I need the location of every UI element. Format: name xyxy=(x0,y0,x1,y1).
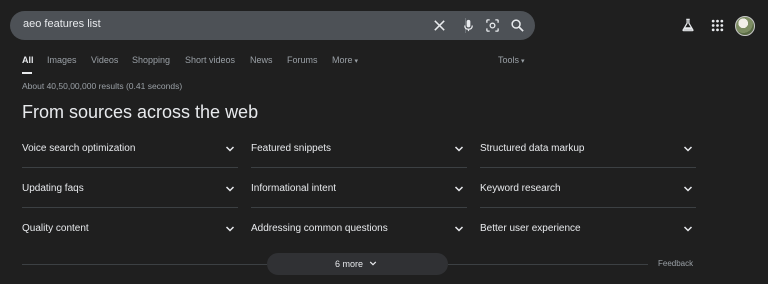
feature-label: Better user experience xyxy=(480,223,581,234)
chevron-down-icon xyxy=(454,186,464,192)
caret-down-icon: ▾ xyxy=(354,58,359,65)
lens-icon[interactable] xyxy=(485,18,500,33)
feature-label: Voice search optimization xyxy=(22,143,136,154)
results-stats: About 40,50,00,000 results (0.41 seconds… xyxy=(22,81,183,91)
apps-grid-icon[interactable] xyxy=(711,19,724,32)
feature-item[interactable]: Keyword research xyxy=(480,183,693,223)
tab-more-label: More xyxy=(332,55,353,65)
search-bar[interactable]: aeo features list xyxy=(10,11,535,40)
tab-images[interactable]: Images xyxy=(47,55,77,65)
feature-item[interactable]: Featured snippets xyxy=(251,143,464,183)
search-icon[interactable] xyxy=(510,18,525,33)
divider xyxy=(448,264,648,265)
feature-label: Updating faqs xyxy=(22,183,84,194)
chevron-down-icon xyxy=(683,186,693,192)
tab-active-indicator xyxy=(22,72,32,74)
labs-flask-icon[interactable] xyxy=(681,18,695,32)
tools-button[interactable]: Tools ▾ xyxy=(498,55,525,65)
feature-item[interactable]: Updating faqs xyxy=(22,183,235,223)
divider xyxy=(22,167,238,168)
tools-label: Tools xyxy=(498,55,520,65)
more-button-label: 6 more xyxy=(335,259,364,269)
feature-label: Featured snippets xyxy=(251,143,332,154)
chevron-down-icon xyxy=(225,146,235,152)
divider xyxy=(251,207,467,208)
chevron-down-icon xyxy=(369,261,377,266)
tab-news[interactable]: News xyxy=(250,55,273,65)
divider xyxy=(22,264,267,265)
feature-item[interactable]: Voice search optimization xyxy=(22,143,235,183)
chevron-down-icon xyxy=(225,186,235,192)
feedback-link[interactable]: Feedback xyxy=(658,259,693,268)
feature-item[interactable]: Structured data markup xyxy=(480,143,693,183)
caret-down-icon: ▾ xyxy=(521,58,525,65)
chevron-down-icon xyxy=(454,146,464,152)
chevron-down-icon xyxy=(683,226,693,232)
feature-label: Addressing common questions xyxy=(251,223,388,234)
tab-shopping[interactable]: Shopping xyxy=(132,55,170,65)
tab-all[interactable]: All xyxy=(22,55,34,65)
divider xyxy=(480,167,696,168)
divider xyxy=(480,207,696,208)
feature-label: Structured data markup xyxy=(480,143,585,154)
section-heading: From sources across the web xyxy=(22,102,259,122)
chevron-down-icon xyxy=(683,146,693,152)
chevron-down-icon xyxy=(225,226,235,232)
tab-forums[interactable]: Forums xyxy=(287,55,318,65)
mic-icon[interactable] xyxy=(461,18,476,33)
tab-short-videos[interactable]: Short videos xyxy=(185,55,235,65)
tab-more[interactable]: More ▾ xyxy=(332,55,358,65)
feature-item[interactable]: Better user experience xyxy=(480,223,693,263)
divider xyxy=(251,167,467,168)
search-input[interactable]: aeo features list xyxy=(23,18,101,30)
chevron-down-icon xyxy=(454,226,464,232)
avatar[interactable] xyxy=(735,16,755,36)
feature-label: Informational intent xyxy=(251,183,337,194)
more-button[interactable]: 6 more xyxy=(267,253,448,275)
tab-videos[interactable]: Videos xyxy=(91,55,118,65)
feature-label: Keyword research xyxy=(480,183,561,194)
feature-item[interactable]: Informational intent xyxy=(251,183,464,223)
feature-item[interactable]: Quality content xyxy=(22,223,235,263)
feature-label: Quality content xyxy=(22,223,89,234)
divider xyxy=(22,207,238,208)
clear-icon[interactable] xyxy=(432,18,447,33)
